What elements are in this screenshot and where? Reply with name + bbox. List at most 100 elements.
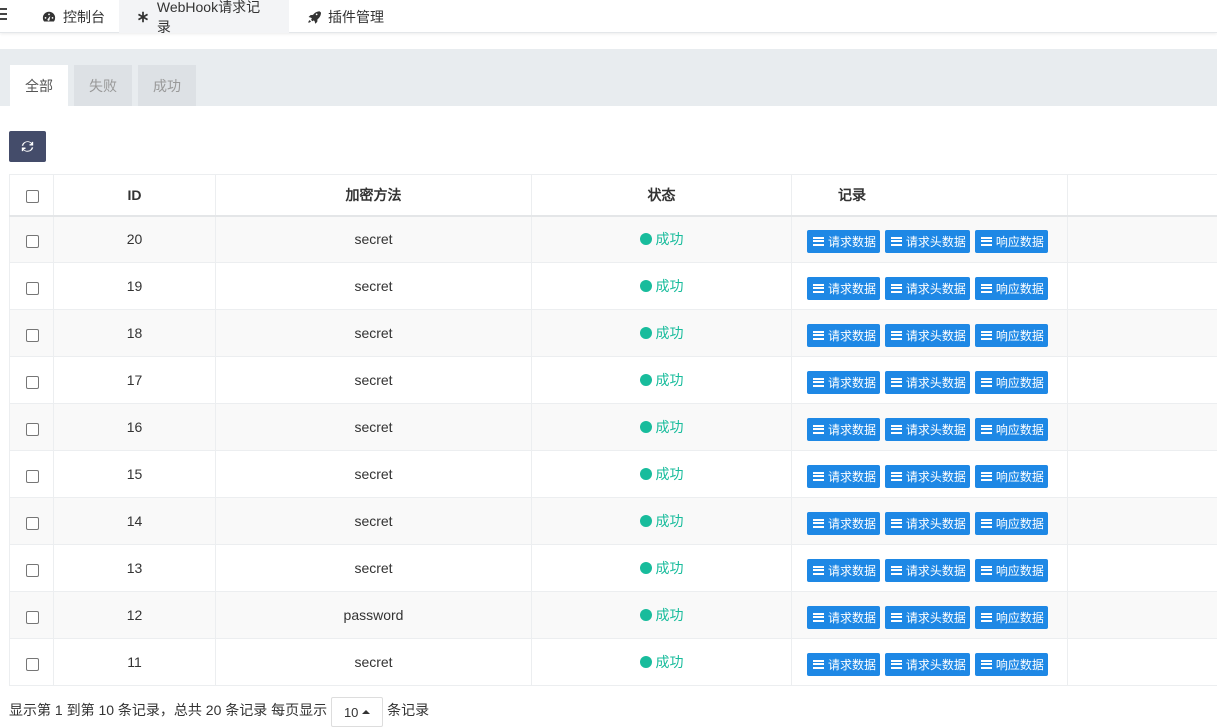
table-row[interactable]: 14secret成功请求数据 请求头数据 响应数据	[10, 498, 1217, 545]
cell-empty	[1068, 639, 1217, 686]
list-icon	[891, 472, 902, 481]
column-header-record[interactable]: 记录	[792, 175, 1068, 216]
response-data-button[interactable]: 响应数据	[975, 371, 1048, 394]
pagination-summary: 显示第 1 到第 10 条记录，总共 20 条记录 每页显示	[9, 700, 327, 720]
button-label: 响应数据	[996, 468, 1044, 485]
cell-status: 成功	[532, 545, 792, 592]
request-headers-button[interactable]: 请求头数据	[885, 512, 970, 535]
status-text: 成功	[656, 605, 684, 625]
response-data-button[interactable]: 响应数据	[975, 277, 1048, 300]
row-checkbox[interactable]	[26, 564, 39, 577]
tab-dashboard[interactable]: 控制台	[25, 0, 121, 33]
request-headers-button[interactable]: 请求头数据	[885, 324, 970, 347]
table-row[interactable]: 18secret成功请求数据 请求头数据 响应数据	[10, 310, 1217, 357]
status-text: 成功	[656, 229, 684, 249]
table-row[interactable]: 20secret成功请求数据 请求头数据 响应数据	[10, 216, 1217, 263]
request-headers-button[interactable]: 请求头数据	[885, 371, 970, 394]
status-dot-icon	[640, 421, 652, 433]
button-label: 请求数据	[828, 562, 876, 579]
response-data-button[interactable]: 响应数据	[975, 230, 1048, 253]
column-header-status[interactable]: 状态	[532, 175, 792, 216]
request-headers-button[interactable]: 请求头数据	[885, 277, 970, 300]
request-data-button[interactable]: 请求数据	[807, 606, 880, 629]
tab-label: WebHook请求记录	[157, 0, 273, 37]
status-text: 成功	[656, 323, 684, 343]
filter-tab-failed[interactable]: 失败	[74, 65, 132, 106]
list-icon	[891, 284, 902, 293]
status-dot-icon	[640, 609, 652, 621]
row-select-cell	[10, 451, 54, 498]
cell-method: secret	[216, 639, 532, 686]
row-checkbox[interactable]	[26, 517, 39, 530]
table-row[interactable]: 12password成功请求数据 请求头数据 响应数据	[10, 592, 1217, 639]
tab-plugin-management[interactable]: 插件管理	[290, 0, 400, 33]
request-data-button[interactable]: 请求数据	[807, 371, 880, 394]
row-checkbox[interactable]	[26, 423, 39, 436]
response-data-button[interactable]: 响应数据	[975, 559, 1048, 582]
request-headers-button[interactable]: 请求头数据	[885, 418, 970, 441]
row-checkbox[interactable]	[26, 376, 39, 389]
menu-toggle-icon[interactable]	[0, 8, 8, 20]
request-data-button[interactable]: 请求数据	[807, 512, 880, 535]
table-row[interactable]: 17secret成功请求数据 请求头数据 响应数据	[10, 357, 1217, 404]
button-label: 请求头数据	[906, 327, 966, 344]
page-size-value: 10	[344, 705, 358, 720]
list-icon	[813, 613, 824, 622]
button-label: 请求数据	[828, 656, 876, 673]
request-data-button[interactable]: 请求数据	[807, 559, 880, 582]
request-data-button[interactable]: 请求数据	[807, 277, 880, 300]
table-row[interactable]: 15secret成功请求数据 请求头数据 响应数据	[10, 451, 1217, 498]
cell-record: 请求数据 请求头数据 响应数据	[792, 310, 1068, 357]
cell-method: secret	[216, 545, 532, 592]
request-data-button[interactable]: 请求数据	[807, 230, 880, 253]
list-icon	[891, 660, 902, 669]
list-icon	[891, 519, 902, 528]
row-checkbox[interactable]	[26, 329, 39, 342]
row-checkbox[interactable]	[26, 235, 39, 248]
button-label: 请求数据	[828, 327, 876, 344]
request-data-button[interactable]: 请求数据	[807, 653, 880, 676]
select-all-checkbox[interactable]	[26, 190, 39, 203]
button-label: 请求数据	[828, 468, 876, 485]
filter-tab-all[interactable]: 全部	[10, 65, 68, 106]
request-headers-button[interactable]: 请求头数据	[885, 606, 970, 629]
list-icon	[891, 425, 902, 434]
response-data-button[interactable]: 响应数据	[975, 418, 1048, 441]
table-row[interactable]: 16secret成功请求数据 请求头数据 响应数据	[10, 404, 1217, 451]
cell-record: 请求数据 请求头数据 响应数据	[792, 404, 1068, 451]
filter-tab-success[interactable]: 成功	[138, 65, 196, 106]
row-checkbox[interactable]	[26, 658, 39, 671]
response-data-button[interactable]: 响应数据	[975, 606, 1048, 629]
response-data-button[interactable]: 响应数据	[975, 653, 1048, 676]
tab-webhook-records[interactable]: WebHook请求记录	[119, 0, 289, 33]
request-headers-button[interactable]: 请求头数据	[885, 559, 970, 582]
request-data-button[interactable]: 请求数据	[807, 324, 880, 347]
response-data-button[interactable]: 响应数据	[975, 512, 1048, 535]
row-checkbox[interactable]	[26, 282, 39, 295]
request-data-button[interactable]: 请求数据	[807, 465, 880, 488]
row-checkbox[interactable]	[26, 611, 39, 624]
column-header-method[interactable]: 加密方法	[216, 175, 532, 216]
response-data-button[interactable]: 响应数据	[975, 465, 1048, 488]
request-data-button[interactable]: 请求数据	[807, 418, 880, 441]
cell-id: 13	[54, 545, 216, 592]
request-headers-button[interactable]: 请求头数据	[885, 230, 970, 253]
list-icon	[981, 237, 992, 246]
response-data-button[interactable]: 响应数据	[975, 324, 1048, 347]
request-headers-button[interactable]: 请求头数据	[885, 653, 970, 676]
status-badge: 成功	[640, 323, 684, 343]
status-dot-icon	[640, 327, 652, 339]
row-select-cell	[10, 639, 54, 686]
column-header-id[interactable]: ID	[54, 175, 216, 216]
cell-status: 成功	[532, 639, 792, 686]
refresh-button[interactable]	[9, 131, 46, 162]
button-label: 请求数据	[828, 280, 876, 297]
cell-id: 18	[54, 310, 216, 357]
row-checkbox[interactable]	[26, 470, 39, 483]
list-icon	[981, 566, 992, 575]
table-row[interactable]: 11secret成功请求数据 请求头数据 响应数据	[10, 639, 1217, 686]
table-row[interactable]: 13secret成功 请求数据 请求头数据 响应数据	[10, 545, 1217, 592]
request-headers-button[interactable]: 请求头数据	[885, 465, 970, 488]
cell-record: 请求数据 请求头数据 响应数据	[792, 498, 1068, 545]
table-row[interactable]: 19secret成功请求数据 请求头数据 响应数据	[10, 263, 1217, 310]
